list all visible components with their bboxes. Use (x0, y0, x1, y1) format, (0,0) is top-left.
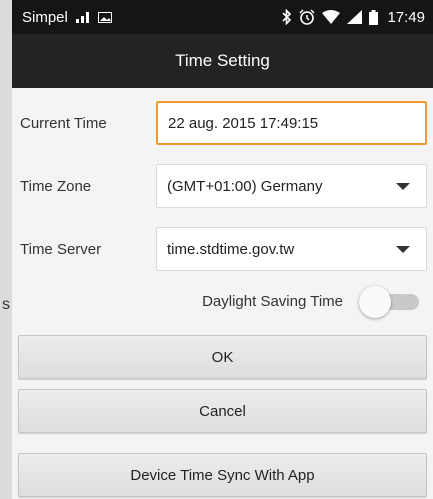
time-settings-form: Current Time 22 aug. 2015 17:49:15 Time … (12, 88, 433, 321)
current-time-label: Current Time (20, 114, 107, 132)
cancel-button[interactable]: Cancel (18, 389, 427, 433)
chevron-down-icon (396, 245, 410, 253)
app-bar: Time Setting (12, 34, 433, 88)
chevron-down-icon (396, 182, 410, 190)
device-time-sync-button[interactable]: Device Time Sync With App (18, 453, 427, 497)
ok-button[interactable]: OK (18, 335, 427, 379)
cancel-button-label: Cancel (199, 402, 246, 420)
time-server-label: Time Server (20, 240, 102, 258)
time-server-value: time.stdtime.gov.tw (167, 240, 295, 258)
daylight-saving-label: Daylight Saving Time (202, 292, 343, 310)
status-bar-right: 17:49 (282, 9, 425, 26)
cell-signal-icon (347, 10, 363, 24)
battery-icon (369, 9, 379, 25)
image-icon (97, 11, 112, 23)
status-time: 17:49 (387, 8, 425, 26)
time-zone-row: Time Zone (GMT+01:00) Germany (12, 159, 433, 213)
time-zone-select[interactable]: (GMT+01:00) Germany (156, 164, 427, 208)
daylight-saving-row: Daylight Saving Time (12, 281, 433, 321)
current-time-input[interactable]: 22 aug. 2015 17:49:15 (156, 101, 427, 145)
time-server-row: Time Server time.stdtime.gov.tw (12, 222, 433, 276)
status-bar-left: Simpel (22, 9, 112, 26)
wifi-icon (322, 10, 341, 24)
current-time-row: Current Time 22 aug. 2015 17:49:15 (12, 96, 433, 150)
signal-bars-icon (75, 11, 90, 23)
sync-button-label: Device Time Sync With App (130, 466, 315, 484)
toggle-thumb (359, 286, 391, 318)
carrier-name: Simpel (22, 8, 68, 26)
alarm-icon (299, 9, 315, 25)
daylight-saving-toggle[interactable] (359, 286, 423, 318)
time-zone-value: (GMT+01:00) Germany (167, 177, 323, 195)
current-time-value: 22 aug. 2015 17:49:15 (168, 114, 319, 132)
page-title: Time Setting (175, 51, 270, 70)
phone-screen: Simpel 17:49 Time Setting Current Time 2… (12, 0, 433, 499)
time-zone-label: Time Zone (20, 177, 92, 195)
time-server-select[interactable]: time.stdtime.gov.tw (156, 227, 427, 271)
bluetooth-icon (282, 9, 292, 25)
background-text-fragment: s (2, 296, 10, 313)
ok-button-label: OK (211, 348, 234, 366)
status-bar: Simpel 17:49 (12, 0, 433, 34)
